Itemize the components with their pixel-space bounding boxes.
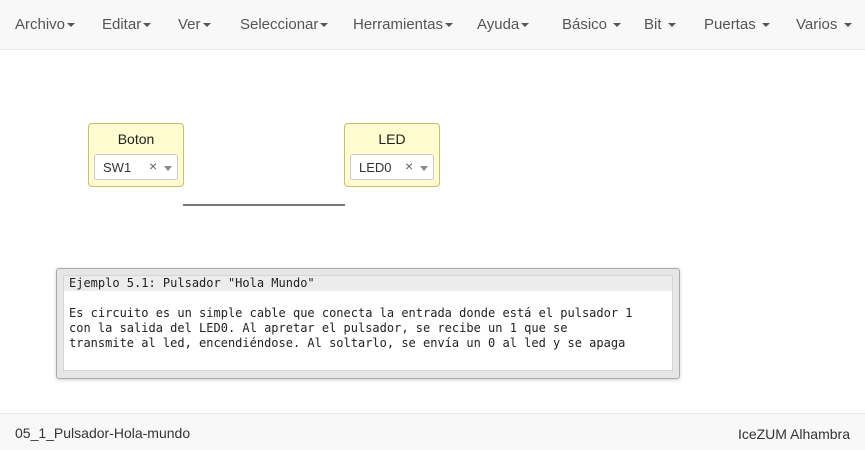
menu-editar[interactable]: Editar <box>102 0 152 50</box>
comment-block[interactable]: Ejemplo 5.1: Pulsador "Hola Mundo" Es ci… <box>56 268 680 379</box>
comment-editor[interactable]: Ejemplo 5.1: Pulsador "Hola Mundo" Es ci… <box>63 275 673 371</box>
caret-down-icon <box>445 23 454 28</box>
wire[interactable] <box>183 204 345 206</box>
menu-archivo[interactable]: Archivo <box>15 0 76 50</box>
caret-down-icon <box>613 23 622 28</box>
chevron-down-icon[interactable] <box>164 166 172 171</box>
pin-select-value: SW1 <box>103 160 132 175</box>
caret-down-icon <box>143 23 152 28</box>
pin-select[interactable]: SW1 × <box>94 154 178 180</box>
menu-basico[interactable]: Básico <box>562 0 622 50</box>
comment-body: Es circuito es un simple cable que conec… <box>69 306 633 350</box>
board-name[interactable]: IceZUM Alhambra <box>738 426 850 442</box>
menu-herramientas[interactable]: Herramientas <box>353 0 454 50</box>
menu-varios[interactable]: Varios <box>796 0 852 50</box>
menu-bit[interactable]: Bit <box>644 0 676 50</box>
caret-down-icon <box>843 23 852 28</box>
menubar: Archivo Editar Ver Seleccionar Herramien… <box>0 0 865 50</box>
footer: 05_1_Pulsador-Hola-mundo IceZUM Alhambra <box>0 413 865 450</box>
pin-select-value: LED0 <box>359 160 392 175</box>
project-name: 05_1_Pulsador-Hola-mundo <box>15 425 191 441</box>
caret-down-icon <box>67 23 76 28</box>
menu-seleccionar[interactable]: Seleccionar <box>240 0 329 50</box>
caret-down-icon <box>667 23 676 28</box>
caret-down-icon <box>761 23 770 28</box>
chevron-down-icon[interactable] <box>420 166 428 171</box>
design-canvas[interactable]: Boton SW1 × LED LED0 × Ejemplo 5.1: Puls… <box>0 50 865 413</box>
pin-select[interactable]: LED0 × <box>350 154 434 180</box>
caret-down-icon <box>202 23 211 28</box>
clear-icon[interactable]: × <box>405 158 413 174</box>
menu-ver[interactable]: Ver <box>178 0 211 50</box>
menu-ayuda[interactable]: Ayuda <box>477 0 530 50</box>
comment-title: Ejemplo 5.1: Pulsador "Hola Mundo" <box>69 276 315 290</box>
clear-icon[interactable]: × <box>149 158 157 174</box>
block-title: Boton <box>117 131 155 147</box>
caret-down-icon <box>320 23 329 28</box>
block-led[interactable]: LED LED0 × <box>344 123 440 187</box>
block-boton[interactable]: Boton SW1 × <box>88 123 184 187</box>
menu-puertas[interactable]: Puertas <box>704 0 770 50</box>
caret-down-icon <box>521 23 530 28</box>
block-title: LED <box>378 131 406 147</box>
